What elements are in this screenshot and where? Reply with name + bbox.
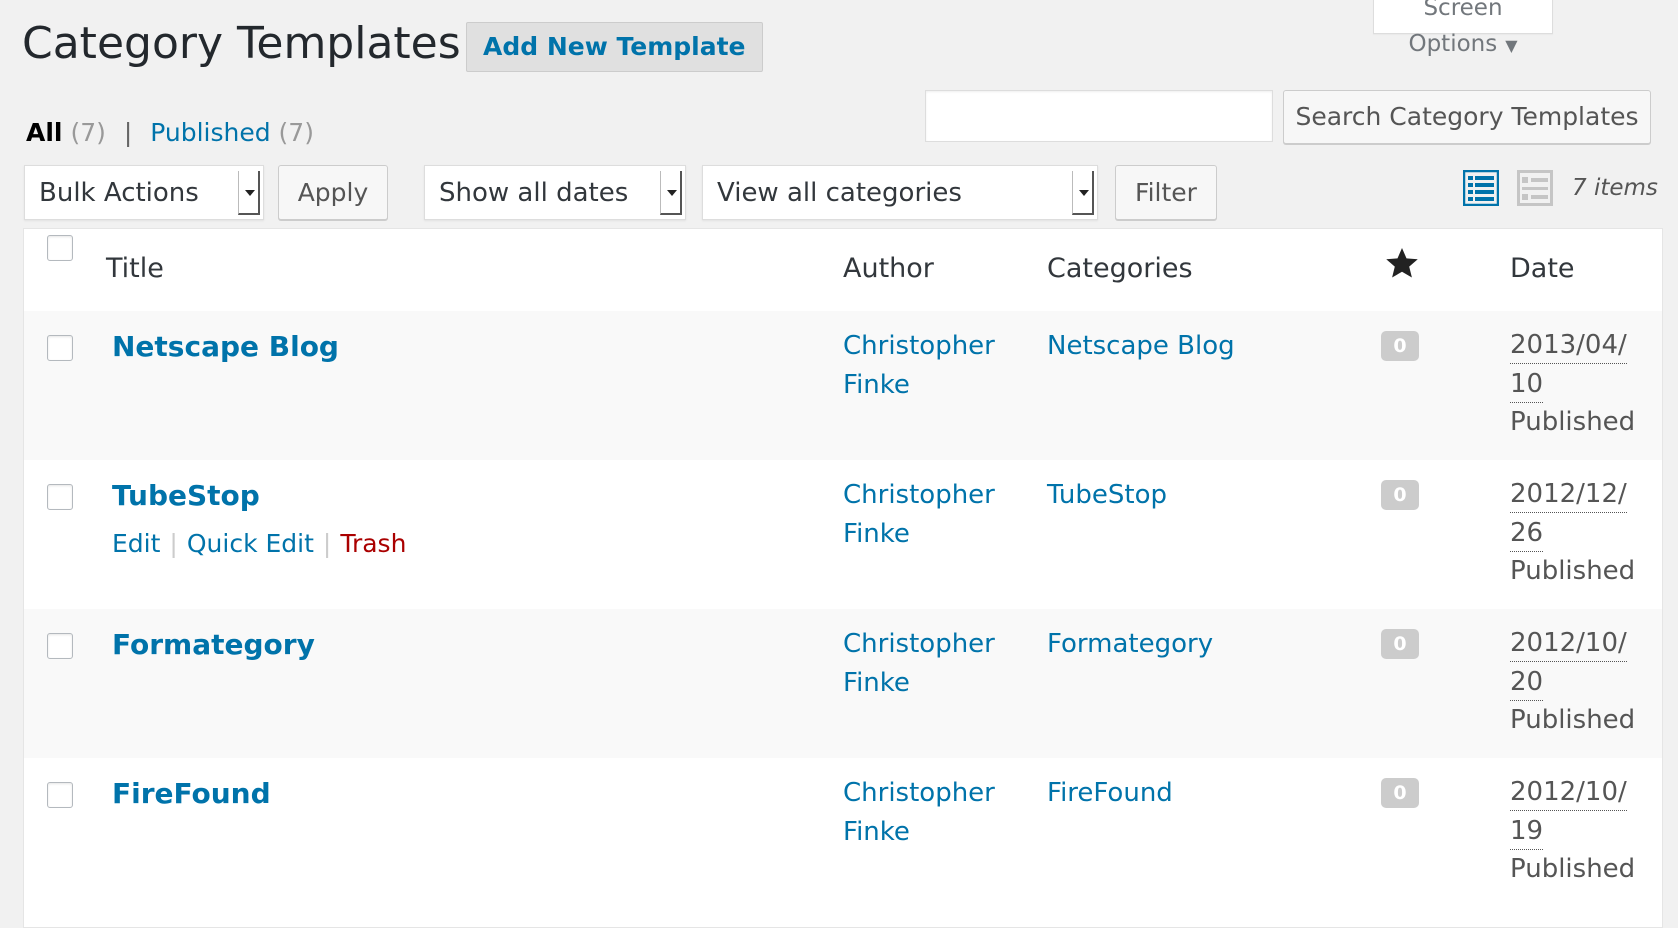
author-first-name: Christopher bbox=[843, 778, 995, 808]
template-title-link[interactable]: Netscape Blog bbox=[112, 327, 339, 367]
templates-table: Title Author Categories Date Netscape Bl… bbox=[23, 228, 1663, 928]
list-view-icon[interactable] bbox=[1462, 169, 1500, 207]
column-author-header: Author bbox=[843, 253, 934, 284]
date-cell: 2013/04/ 10 Published bbox=[1510, 327, 1635, 442]
date-cell: 2012/10/ 20 Published bbox=[1510, 625, 1635, 740]
author-link[interactable]: Christopher Finke bbox=[843, 625, 995, 703]
edit-link[interactable]: Edit bbox=[112, 529, 160, 558]
row-checkbox[interactable] bbox=[47, 484, 73, 510]
star-icon[interactable] bbox=[1384, 245, 1420, 293]
categories-filter-value: View all categories bbox=[717, 178, 962, 208]
author-last-name: Finke bbox=[843, 817, 910, 847]
row-checkbox[interactable] bbox=[47, 633, 73, 659]
author-link[interactable]: Christopher Finke bbox=[843, 774, 995, 852]
trash-link[interactable]: Trash bbox=[340, 529, 406, 558]
column-date-header[interactable]: Date bbox=[1510, 249, 1575, 289]
select-all-checkbox[interactable] bbox=[47, 235, 73, 261]
date-cell: 2012/10/ 19 Published bbox=[1510, 774, 1635, 889]
date-part: 20 bbox=[1510, 664, 1544, 701]
author-link[interactable]: Christopher Finke bbox=[843, 327, 995, 405]
date-part: 2012/12/ bbox=[1510, 476, 1627, 513]
date-cell: 2012/12/ 26 Published bbox=[1510, 476, 1635, 591]
filter-all-count: (7) bbox=[70, 118, 106, 147]
filter-separator: | bbox=[123, 118, 133, 147]
post-status: Published bbox=[1510, 556, 1636, 586]
date-part: 2013/04/ bbox=[1510, 327, 1627, 364]
dropdown-arrow-icon bbox=[1072, 171, 1094, 215]
table-row: Netscape Blog Christopher Finke Netscape… bbox=[24, 311, 1662, 460]
categories-filter-select[interactable]: View all categories bbox=[702, 165, 1098, 220]
add-new-template-button[interactable]: Add New Template bbox=[466, 22, 763, 72]
author-last-name: Finke bbox=[843, 519, 910, 549]
excerpt-view-icon[interactable] bbox=[1517, 170, 1553, 206]
author-first-name: Christopher bbox=[843, 629, 995, 659]
category-link[interactable]: Netscape Blog bbox=[1047, 327, 1235, 366]
row-actions: Edit | Quick Edit | Trash bbox=[112, 526, 406, 562]
row-checkbox[interactable] bbox=[47, 335, 73, 361]
column-categories-header: Categories bbox=[1047, 253, 1193, 284]
template-title-link[interactable]: FireFound bbox=[112, 774, 271, 814]
filter-published-link[interactable]: Published bbox=[150, 118, 270, 147]
comment-count-badge[interactable]: 0 bbox=[1381, 629, 1419, 659]
post-status: Published bbox=[1510, 854, 1636, 884]
author-link[interactable]: Christopher Finke bbox=[843, 476, 995, 554]
column-title-header[interactable]: Title bbox=[106, 249, 164, 289]
author-last-name: Finke bbox=[843, 668, 910, 698]
date-part: 26 bbox=[1510, 515, 1544, 552]
page-title: Category Templates bbox=[22, 18, 461, 69]
screen-options-label: Screen Options bbox=[1408, 0, 1503, 57]
search-button[interactable]: Search Category Templates bbox=[1283, 90, 1651, 144]
category-link[interactable]: TubeStop bbox=[1047, 476, 1167, 515]
comment-count-badge[interactable]: 0 bbox=[1381, 778, 1419, 808]
dropdown-arrow-icon bbox=[238, 171, 260, 215]
author-first-name: Christopher bbox=[843, 480, 995, 510]
table-row: FireFound Christopher Finke FireFound 0 … bbox=[24, 758, 1662, 907]
action-separator: | bbox=[322, 529, 332, 558]
date-part: 2012/10/ bbox=[1510, 625, 1627, 662]
screen-options-button[interactable]: Screen Options ▼ bbox=[1373, 0, 1553, 57]
quick-edit-link[interactable]: Quick Edit bbox=[187, 529, 314, 558]
triangle-down-icon: ▼ bbox=[1505, 36, 1518, 55]
items-count: 7 items bbox=[1572, 175, 1658, 201]
dropdown-arrow-icon bbox=[660, 171, 682, 215]
row-checkbox[interactable] bbox=[47, 782, 73, 808]
table-header: Title Author Categories Date bbox=[24, 229, 1662, 312]
filter-published-count: (7) bbox=[278, 118, 314, 147]
table-row: TubeStop Edit | Quick Edit | Trash Christoph… bbox=[24, 460, 1662, 609]
action-separator: | bbox=[169, 529, 178, 558]
search-input[interactable] bbox=[925, 90, 1273, 142]
template-title-link[interactable]: TubeStop bbox=[112, 476, 260, 516]
date-part: 2012/10/ bbox=[1510, 774, 1627, 811]
dates-filter-value: Show all dates bbox=[439, 178, 629, 208]
table-row: Formategory Christopher Finke Formategor… bbox=[24, 609, 1662, 758]
template-title-link[interactable]: Formategory bbox=[112, 625, 315, 665]
filter-all-link[interactable]: All bbox=[26, 118, 63, 147]
date-part: 10 bbox=[1510, 366, 1544, 403]
post-status: Published bbox=[1510, 407, 1636, 437]
apply-button[interactable]: Apply bbox=[278, 165, 388, 220]
filter-button[interactable]: Filter bbox=[1115, 165, 1217, 220]
category-link[interactable]: FireFound bbox=[1047, 774, 1173, 813]
bulk-actions-select[interactable]: Bulk Actions bbox=[24, 165, 264, 220]
dates-filter-select[interactable]: Show all dates bbox=[424, 165, 686, 220]
date-part: 19 bbox=[1510, 813, 1544, 850]
author-last-name: Finke bbox=[843, 370, 910, 400]
category-link[interactable]: Formategory bbox=[1047, 625, 1213, 664]
author-first-name: Christopher bbox=[843, 331, 995, 361]
status-filter-links: All (7) | Published (7) bbox=[26, 116, 314, 150]
bulk-actions-value: Bulk Actions bbox=[39, 178, 199, 208]
comment-count-badge[interactable]: 0 bbox=[1381, 331, 1419, 361]
post-status: Published bbox=[1510, 705, 1636, 735]
comment-count-badge[interactable]: 0 bbox=[1381, 480, 1419, 510]
